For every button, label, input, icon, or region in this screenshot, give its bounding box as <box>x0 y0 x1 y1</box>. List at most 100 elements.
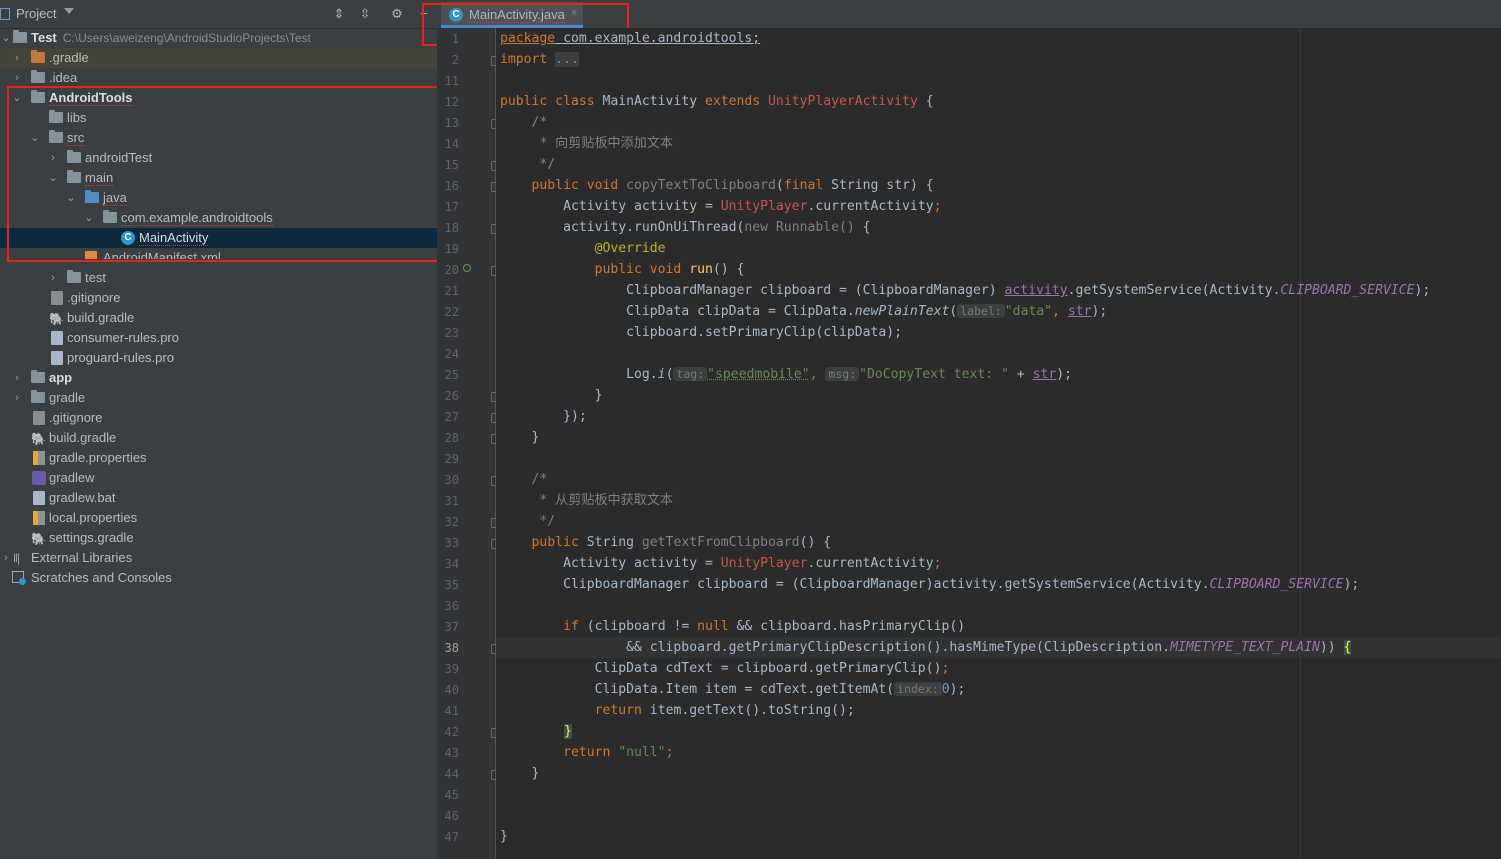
tree-item-label: Test <box>31 30 57 45</box>
line-number: 12 <box>444 95 459 109</box>
tree-item-label: .idea <box>49 70 78 85</box>
line-number: 43 <box>444 746 459 760</box>
line-number: 46 <box>444 809 459 823</box>
code-line-28: } <box>500 430 540 445</box>
tree-item-build-gradle[interactable]: 🐘 build.gradle <box>0 308 437 328</box>
tree-item-local-properties[interactable]: local.properties <box>0 508 437 528</box>
code-line-35: ClipboardManager clipboard = (ClipboardM… <box>500 577 1360 592</box>
line-number: 1 <box>451 32 459 46</box>
line-number: 36 <box>444 599 459 613</box>
tree-item-idea[interactable]: › .idea <box>0 68 437 88</box>
line-number: 25 <box>444 368 459 382</box>
code-line-1: package com.example.androidtools; <box>500 31 761 46</box>
tree-item-label: app <box>49 370 73 385</box>
chevron-down-icon[interactable] <box>64 8 74 14</box>
override-marker-icon[interactable] <box>463 264 471 272</box>
line-number: 30 <box>444 473 459 487</box>
tree-item-root-gitignore[interactable]: .gitignore <box>0 408 437 428</box>
line-number: 39 <box>444 662 459 676</box>
tree-item-gradle-dir[interactable]: › .gradle <box>0 48 437 68</box>
chevron-right-icon[interactable]: › <box>11 372 23 384</box>
gradle-elephant-icon: 🐘 <box>49 312 64 326</box>
highlight-box-androidtools <box>7 86 437 262</box>
tree-item-external-libraries[interactable]: › ‖| External Libraries <box>0 548 437 568</box>
line-number: 32 <box>444 515 459 529</box>
line-number: 42 <box>444 725 459 739</box>
line-number: 40 <box>444 683 459 697</box>
tree-item-app[interactable]: › app <box>0 368 437 388</box>
code-line-47: } <box>500 829 508 844</box>
line-number: 38 <box>444 641 459 655</box>
gitignore-file-icon <box>33 411 45 425</box>
line-number: 17 <box>444 200 459 214</box>
code-line-30: /* <box>500 472 548 487</box>
code-line-16: public void copyTextToClipboard(final St… <box>500 178 934 193</box>
line-number: 24 <box>444 347 459 361</box>
gear-icon[interactable]: ⚙ <box>389 6 405 22</box>
tree-item-gradlew-bat[interactable]: gradlew.bat <box>0 488 437 508</box>
gitignore-file-icon <box>51 291 63 305</box>
tree-item-gradle[interactable]: › gradle <box>0 388 437 408</box>
editor-gutter: 1 2 11 12 13 14 15 16 17 18 19 20 21 22 23 24 25 26 27 28 29… <box>437 28 501 859</box>
code-line-2: import ... <box>500 52 579 67</box>
tree-item-label: .gitignore <box>49 410 103 425</box>
folder-icon <box>31 390 45 403</box>
code-line-37: if (clipboard != null && clipboard.hasPr… <box>563 619 966 634</box>
module-folder-icon <box>31 370 45 383</box>
line-number: 23 <box>444 326 459 340</box>
line-number: 44 <box>444 767 459 781</box>
tree-item-root-build-gradle[interactable]: 🐘 build.gradle <box>0 428 437 448</box>
code-line-27: }); <box>500 409 587 424</box>
tree-item-label: .gitignore <box>67 290 121 305</box>
chevron-down-icon[interactable]: ⌄ <box>0 32 12 44</box>
code-line-18: activity.runOnUiThread(new Runnable() { <box>500 220 871 235</box>
tree-item-consumer-rules[interactable]: consumer-rules.pro <box>0 328 437 348</box>
tree-item-label: .gradle <box>49 50 89 65</box>
chevron-right-icon[interactable]: › <box>47 272 59 284</box>
tree-item-scratches[interactable]: Scratches and Consoles <box>0 568 437 588</box>
tree-item-gradlew[interactable]: gradlew <box>0 468 437 488</box>
tree-item-label: proguard-rules.pro <box>67 350 174 365</box>
code-line-26: } <box>500 388 603 403</box>
line-number: 37 <box>444 620 459 634</box>
code-line-19: @Override <box>500 241 666 256</box>
tree-item-proguard-rules[interactable]: proguard-rules.pro <box>0 348 437 368</box>
collapse-all-icon[interactable]: ⇳ <box>357 6 373 22</box>
chevron-right-icon[interactable]: › <box>11 392 23 404</box>
code-line-44: } <box>500 766 540 781</box>
tree-item-label: build.gradle <box>49 430 117 445</box>
project-view-icon <box>0 8 10 20</box>
tree-item-label: gradle <box>49 390 86 405</box>
tree-item-label: gradle.properties <box>49 450 147 465</box>
tree-item-gitignore[interactable]: .gitignore <box>0 288 437 308</box>
libraries-icon: ‖| <box>13 551 20 565</box>
chevron-right-icon[interactable]: › <box>11 52 23 64</box>
code-line-42: } <box>564 724 572 739</box>
tree-item-gradle-properties[interactable]: gradle.properties <box>0 448 437 468</box>
tree-item-test[interactable]: ⌄ Test C:\Users\aweizeng\AndroidStudioPro… <box>0 28 437 48</box>
expand-all-icon[interactable]: ⇕ <box>331 6 347 22</box>
line-number: 28 <box>444 431 459 445</box>
excluded-folder-icon <box>31 50 45 63</box>
line-number: 27 <box>444 410 459 424</box>
code-line-25: Log.i(tag: "speedmobile", msg: "DoCopyText… <box>500 367 1072 382</box>
code-editor[interactable]: package com.example.androidtools; import… <box>496 28 1501 859</box>
text-file-icon <box>33 491 45 505</box>
line-number: 45 <box>444 788 459 802</box>
tree-item-label: settings.gradle <box>49 530 134 545</box>
code-line-17: Activity activity = UnityPlayer.currentA… <box>500 199 942 214</box>
chevron-right-icon[interactable]: › <box>11 72 23 84</box>
project-panel-header: Project ⇕ ⇳ ⚙ − <box>0 0 437 29</box>
chevron-right-icon[interactable]: › <box>0 552 12 564</box>
scratches-badge-icon <box>19 578 26 585</box>
line-number: 26 <box>444 389 459 403</box>
tree-item-label: gradlew.bat <box>49 490 116 505</box>
tree-item-settings-gradle[interactable]: 🐘 settings.gradle <box>0 528 437 548</box>
tree-item-test-dir[interactable]: › test <box>0 268 437 288</box>
line-number: 22 <box>444 305 459 319</box>
code-line-39: ClipData cdText = clipboard.getPrimaryCl… <box>500 661 950 676</box>
code-line-33: public String getTextFromClipboard() { <box>500 535 832 550</box>
project-panel-title[interactable]: Project <box>16 6 56 21</box>
tree-item-label: test <box>85 270 106 285</box>
line-number: 19 <box>444 242 459 256</box>
